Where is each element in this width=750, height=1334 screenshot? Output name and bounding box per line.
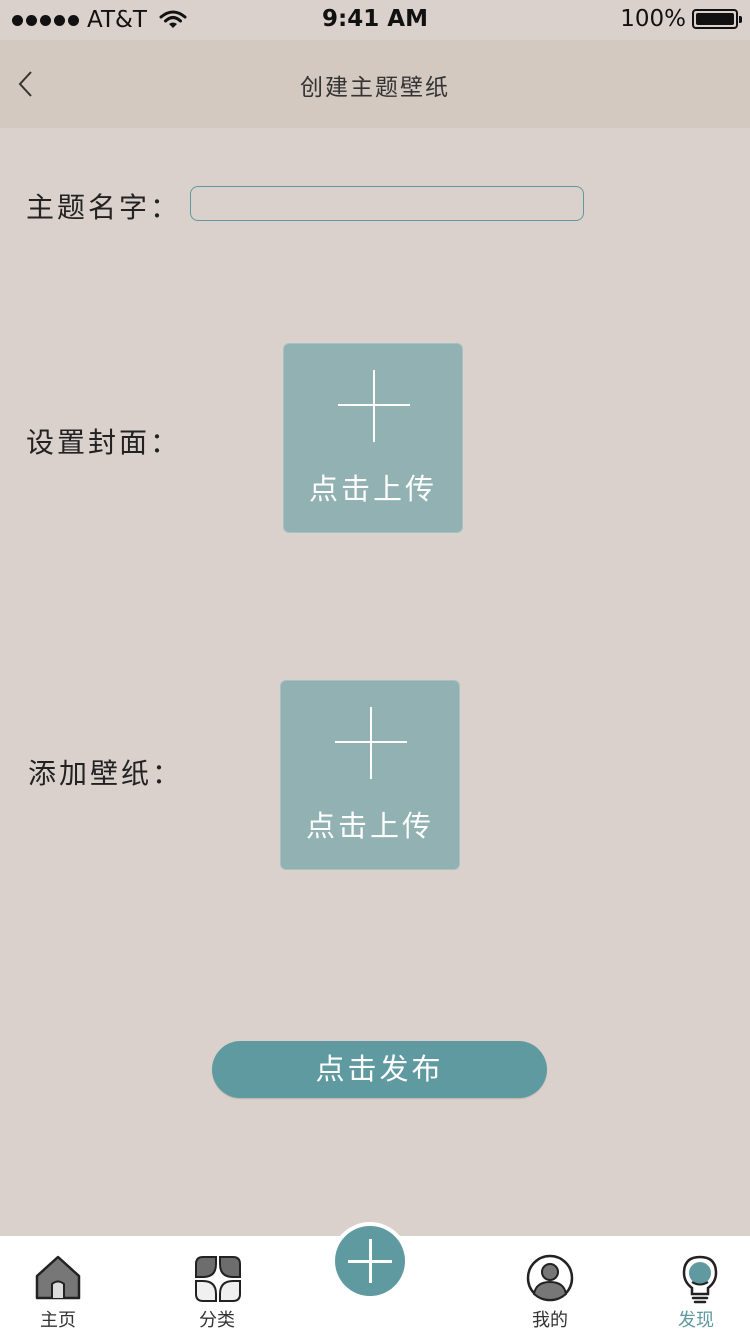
tab-profile[interactable]: 我的 xyxy=(500,1236,600,1334)
theme-name-input[interactable] xyxy=(190,186,584,221)
tab-home[interactable]: 主页 xyxy=(8,1236,108,1334)
tab-discover[interactable]: 发现 xyxy=(646,1236,746,1334)
tab-home-label: 主页 xyxy=(40,1310,76,1331)
cover-upload-button[interactable]: 点击上传 xyxy=(283,343,463,533)
battery-fill xyxy=(696,13,734,25)
cover-upload-label: 点击上传 xyxy=(308,472,437,506)
cover-label: 设置封面： xyxy=(26,426,182,459)
home-icon xyxy=(35,1255,81,1300)
battery-percent: 100% xyxy=(620,6,686,32)
category-icon xyxy=(195,1256,241,1302)
lightbulb-icon xyxy=(682,1255,718,1304)
tab-category[interactable]: 分类 xyxy=(167,1236,267,1334)
page-title: 创建主题壁纸 xyxy=(300,75,450,101)
tab-discover-label: 发现 xyxy=(678,1310,714,1331)
wallpaper-label: 添加壁纸： xyxy=(28,757,184,790)
publish-button[interactable]: 点击发布 xyxy=(212,1041,547,1098)
tab-profile-label: 我的 xyxy=(532,1310,568,1331)
center-add-container xyxy=(331,1222,409,1300)
status-right: 100% xyxy=(620,6,742,32)
nav-bar: 创建主题壁纸 xyxy=(0,40,750,128)
tab-category-label: 分类 xyxy=(199,1310,235,1331)
theme-name-label: 主题名字： xyxy=(26,191,182,224)
battery-icon xyxy=(692,9,742,29)
add-button[interactable] xyxy=(335,1226,405,1296)
status-bar: AT&T 9:41 AM 100% xyxy=(0,0,750,40)
profile-icon xyxy=(526,1254,574,1302)
wallpaper-upload-label: 点击上传 xyxy=(305,809,434,843)
wallpaper-upload-button[interactable]: 点击上传 xyxy=(280,680,460,870)
